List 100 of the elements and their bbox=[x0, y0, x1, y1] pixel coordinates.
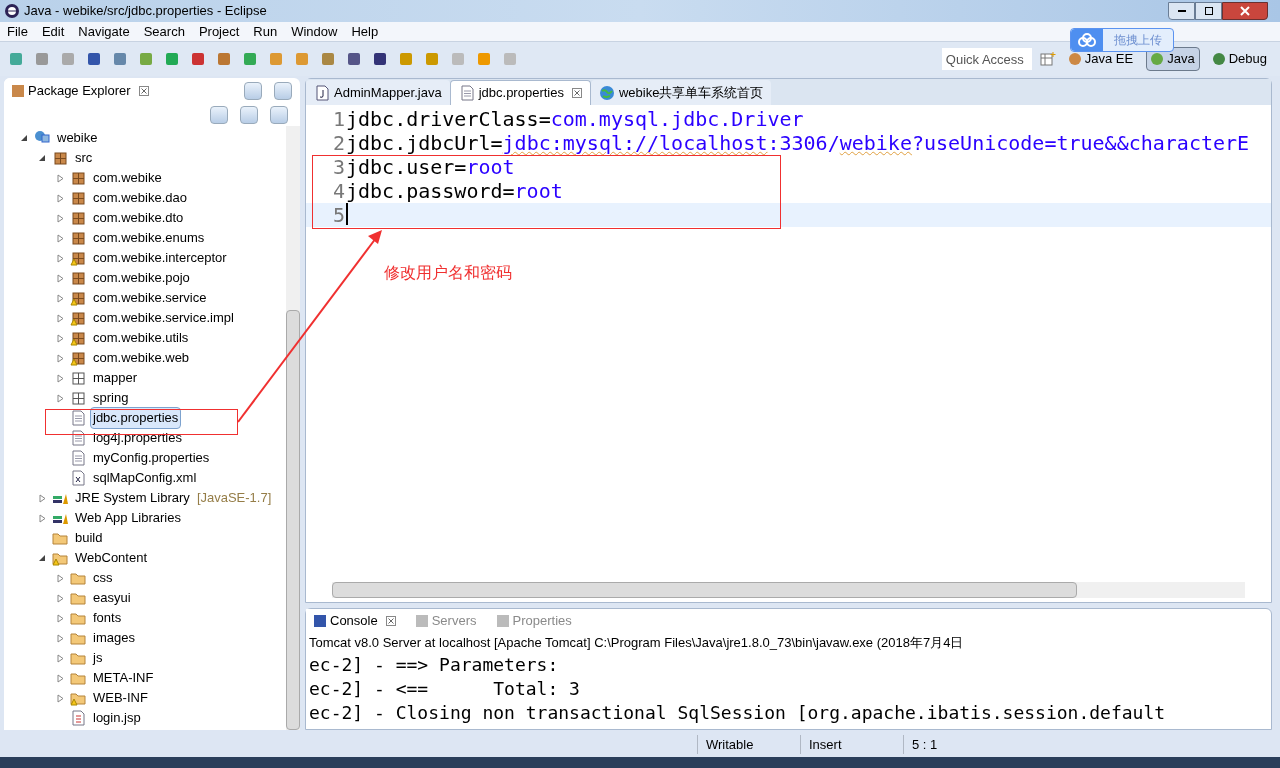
expand-arrow-icon[interactable] bbox=[56, 613, 64, 623]
tree-item[interactable]: WEB-INF bbox=[90, 687, 151, 709]
editor-tab[interactable]: jdbc.properties bbox=[449, 80, 591, 105]
annotation-text: 修改用户名和密码 bbox=[384, 263, 512, 283]
expand-arrow-icon[interactable] bbox=[56, 353, 64, 363]
tree-item[interactable]: webike bbox=[54, 127, 101, 149]
tree-item[interactable]: spring bbox=[90, 387, 132, 409]
source-icon bbox=[52, 150, 68, 166]
expand-arrow-icon[interactable] bbox=[56, 273, 64, 283]
tree-item[interactable]: login.jsp bbox=[90, 707, 144, 729]
tree-item[interactable]: jdbc.properties bbox=[90, 407, 182, 429]
expand-arrow-icon[interactable] bbox=[56, 213, 64, 223]
line-number: 3 bbox=[331, 155, 346, 179]
cloud-icon bbox=[1077, 33, 1097, 47]
tree-item[interactable]: com.webike.service.impl bbox=[90, 307, 237, 329]
expand-arrow-icon[interactable] bbox=[56, 193, 64, 203]
expand-arrow-icon[interactable] bbox=[56, 373, 64, 383]
tree-item[interactable]: build bbox=[72, 527, 106, 549]
expand-arrow-icon[interactable] bbox=[56, 573, 64, 583]
code-line: 1jdbc.driverClass=com.mysql.jdbc.Driver bbox=[306, 107, 1271, 131]
menu-item[interactable]: Search bbox=[136, 21, 192, 42]
tree-item[interactable]: log4j.properties bbox=[90, 427, 185, 449]
view-tab[interactable]: Properties bbox=[488, 609, 580, 633]
status-field: 5 : 1 bbox=[903, 734, 1006, 755]
tree-item[interactable]: JRE System Library bbox=[72, 487, 193, 509]
tree-item[interactable]: com.webike.dao bbox=[90, 187, 190, 209]
tree-item[interactable]: images bbox=[90, 627, 138, 649]
minimize-view-button[interactable] bbox=[244, 82, 262, 100]
menu-item[interactable]: Navigate bbox=[71, 21, 137, 42]
expand-arrow-icon[interactable] bbox=[56, 173, 64, 183]
tree-item-suffix: [JavaSE-1.7] bbox=[196, 489, 272, 508]
tree-item[interactable]: sqlMapConfig.xml bbox=[90, 467, 200, 489]
scrollbar[interactable] bbox=[286, 126, 300, 730]
expand-arrow-icon[interactable] bbox=[38, 493, 46, 503]
tree-item[interactable]: com.webike.enums bbox=[90, 227, 208, 249]
restore-button[interactable] bbox=[1195, 2, 1222, 20]
menu-item[interactable]: Window bbox=[284, 21, 345, 42]
tree-item[interactable]: com.webike.web bbox=[90, 347, 193, 369]
tree-item[interactable]: myConfig.properties bbox=[90, 447, 213, 469]
view-tab[interactable]: Servers bbox=[407, 609, 485, 633]
expand-arrow-icon[interactable] bbox=[56, 633, 64, 643]
expand-arrow-icon[interactable] bbox=[56, 313, 64, 323]
menu-item[interactable]: Help bbox=[344, 21, 386, 42]
expand-arrow-icon[interactable] bbox=[56, 293, 64, 303]
horizontal-scrollbar[interactable] bbox=[332, 582, 1077, 598]
java-icon bbox=[314, 84, 330, 101]
tree-item[interactable]: WebContent bbox=[72, 547, 151, 569]
tree-item[interactable]: js bbox=[90, 647, 106, 669]
collapse-arrow-icon[interactable] bbox=[38, 554, 46, 562]
maximize-view-button[interactable] bbox=[274, 82, 292, 100]
close-icon bbox=[1240, 6, 1250, 16]
collapse-arrow-icon[interactable] bbox=[38, 154, 46, 162]
menu-item[interactable]: Run bbox=[246, 21, 285, 42]
editor-tab[interactable]: AdminMapper.java bbox=[306, 80, 450, 105]
minimize-button[interactable] bbox=[1168, 2, 1195, 20]
menu-item[interactable]: Project bbox=[191, 21, 247, 42]
close-icon[interactable] bbox=[571, 88, 582, 98]
collapse-all-button[interactable] bbox=[210, 106, 228, 124]
expand-arrow-icon[interactable] bbox=[56, 393, 64, 403]
close-icon[interactable] bbox=[138, 86, 149, 96]
console-line: ec-2] - Closing non transactional SqlSession [org.apache.ibatis.session.default bbox=[309, 700, 1167, 725]
tree-item[interactable]: META-INF bbox=[90, 667, 157, 689]
expand-arrow-icon[interactable] bbox=[56, 673, 64, 683]
link-editor-button[interactable] bbox=[240, 106, 258, 124]
perspective-button[interactable]: Debug bbox=[1207, 47, 1272, 71]
view-menu-button[interactable] bbox=[270, 106, 288, 124]
console-line: ec-2] - ==> Parameters: bbox=[309, 652, 560, 677]
window-title: Java - webike/src/jdbc.properties - Eclipse bbox=[24, 2, 267, 21]
tree-item[interactable]: mapper bbox=[90, 367, 141, 389]
line-number: 1 bbox=[331, 107, 346, 131]
menu-item[interactable]: File bbox=[0, 21, 35, 42]
menu-item[interactable]: Edit bbox=[34, 21, 72, 42]
expand-arrow-icon[interactable] bbox=[56, 653, 64, 663]
quick-access-field[interactable]: Quick Access bbox=[941, 48, 1032, 70]
status-field: Writable bbox=[697, 734, 800, 755]
expand-arrow-icon[interactable] bbox=[56, 333, 64, 343]
collapse-arrow-icon[interactable] bbox=[20, 134, 28, 142]
tree-item[interactable]: com.webike bbox=[90, 167, 165, 189]
tree-item[interactable]: com.webike.dto bbox=[90, 207, 187, 229]
expand-arrow-icon[interactable] bbox=[56, 253, 64, 263]
expand-arrow-icon[interactable] bbox=[56, 593, 64, 603]
tree-item[interactable]: css bbox=[90, 567, 116, 589]
tree-item[interactable]: com.webike.interceptor bbox=[90, 247, 230, 269]
editor-tab[interactable]: webike共享单车系统首页 bbox=[590, 80, 772, 105]
close-button[interactable] bbox=[1222, 2, 1268, 20]
project-icon bbox=[34, 130, 50, 146]
expand-arrow-icon[interactable] bbox=[56, 693, 64, 703]
tree-item[interactable]: easyui bbox=[90, 587, 134, 609]
text-cursor bbox=[346, 203, 348, 225]
tree-item[interactable]: fonts bbox=[90, 607, 125, 629]
expand-arrow-icon[interactable] bbox=[38, 513, 46, 523]
close-icon[interactable] bbox=[385, 616, 396, 626]
open-perspective-icon[interactable] bbox=[1039, 51, 1056, 67]
tree-item[interactable]: Web App Libraries bbox=[72, 507, 184, 529]
tree-item[interactable]: com.webike.service bbox=[90, 287, 210, 309]
expand-arrow-icon[interactable] bbox=[56, 233, 64, 243]
tree-item[interactable]: com.webike.utils bbox=[90, 327, 192, 349]
web-icon bbox=[598, 84, 615, 101]
tree-item[interactable]: com.webike.pojo bbox=[90, 267, 193, 289]
tree-item[interactable]: src bbox=[72, 147, 96, 169]
